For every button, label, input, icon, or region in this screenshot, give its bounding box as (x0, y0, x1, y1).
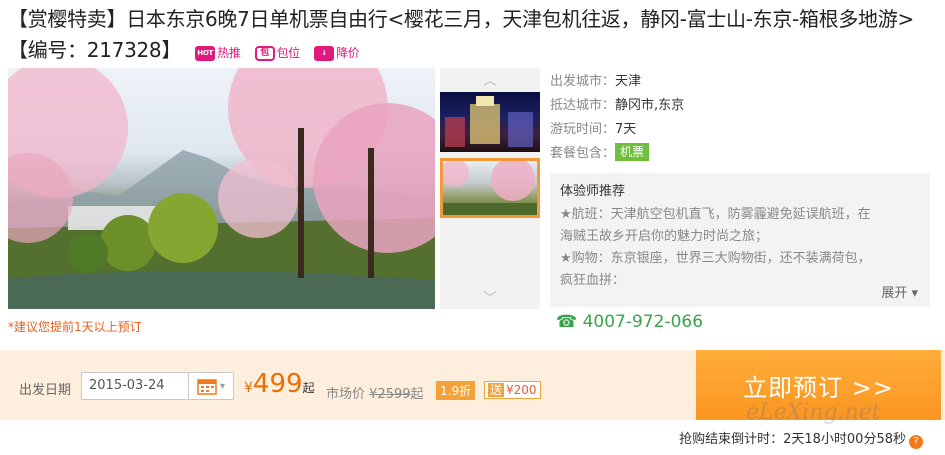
gift-prefix: 送 (488, 383, 505, 397)
badge-bag-label: 包位 (276, 46, 301, 60)
info-label: 游玩时间： (550, 122, 616, 137)
badge-hot: HOT 热推 (195, 45, 241, 61)
gift-badge: 送 ¥200 (484, 381, 541, 399)
thumbnail-strip: ︿ ﹀ (440, 68, 540, 309)
current-price: ¥499起 (244, 369, 315, 399)
cherry-blossom-thumb-icon (443, 161, 537, 215)
city-night-icon (445, 96, 533, 147)
recommend-line: ★航班：天津航空包机直飞，防雾霾避免延误航班，在 (560, 207, 871, 222)
calendar-icon (197, 379, 217, 395)
info-value: 天津 (615, 74, 642, 89)
booking-hint: *建议您提前1天以上预订 (8, 320, 142, 334)
market-label: 市场价 (326, 387, 366, 402)
hot-icon: HOT (195, 45, 216, 61)
countdown-text: 抢购结束倒计时：2天18小时00分58秒 (679, 432, 906, 447)
product-title-text: 【赏樱特卖】日本东京6晚7日单机票自由行<樱花三月，天津包机往返，静冈-富士山-… (8, 7, 914, 62)
info-duration: 游玩时间：7天 (550, 118, 940, 142)
chevron-up-icon[interactable]: ︿ (440, 70, 540, 90)
price-down-icon: ↓ (314, 45, 335, 61)
info-depart-city: 出发城市：天津 (550, 70, 940, 94)
bag-icon: 包 (254, 45, 275, 61)
expert-recommend: 体验师推荐 ★航班：天津航空包机直飞，防雾霾避免延误航班，在 海贼王故乡开启你的… (550, 173, 930, 307)
discount-badge: 1.9折 (436, 381, 476, 400)
info-label: 出发城市： (550, 74, 616, 89)
info-value: 7天 (615, 122, 637, 137)
expand-link[interactable]: 展开 ▾ (881, 283, 918, 305)
badge-bag: 包 包位 (254, 45, 301, 61)
cherry-blossom-photo (8, 68, 435, 309)
product-title: 【赏樱特卖】日本东京6晚7日单机票自由行<樱花三月，天津包机往返，静冈-富士山-… (8, 4, 938, 66)
currency-symbol: ¥ (244, 380, 253, 396)
sale-countdown: 抢购结束倒计时：2天18小时00分58秒? (679, 428, 923, 449)
chevron-down-icon: ▾ (219, 380, 226, 392)
product-info: 出发城市：天津 抵达城市：静冈市,东京 游玩时间：7天 套餐包含： 机票 (550, 70, 940, 166)
market-price: 市场价 ¥2599起 (326, 383, 424, 402)
price-value: 499 (252, 369, 303, 399)
market-price-value: ¥2599 (369, 387, 411, 402)
info-label: 套餐包含： (550, 146, 616, 161)
service-phone: ☎ 4007-972-066 (556, 312, 703, 332)
info-package: 套餐包含： 机票 (550, 142, 940, 166)
info-label: 抵达城市： (550, 98, 616, 113)
help-icon[interactable]: ? (909, 434, 923, 449)
date-label: 出发日期 (19, 383, 72, 398)
phone-icon: ☎ (556, 312, 578, 332)
expand-label: 展开 (881, 286, 908, 301)
market-suffix: 起 (410, 387, 424, 402)
recommend-line: 疯狂血拼： (560, 273, 626, 288)
departure-date-input[interactable]: 2015-03-24 (81, 372, 189, 400)
watermark-logo: eLeXing.net (746, 400, 881, 425)
calendar-button[interactable]: ▾ (188, 372, 234, 400)
badge-hot-label: 热推 (217, 46, 241, 60)
info-arrive-city: 抵达城市：静冈市,东京 (550, 94, 940, 118)
recommend-line: ★购物：东京银座，世界三大购物街，还不装满荷包， (560, 251, 871, 266)
info-value: 静冈市,东京 (615, 98, 685, 113)
thumbnail-1[interactable] (440, 92, 540, 152)
caret-down-icon: ▾ (911, 286, 918, 301)
recommend-line: 海贼王故乡开启你的魅力时尚之旅； (560, 229, 769, 244)
main-photo (8, 68, 435, 309)
phone-number: 4007-972-066 (582, 312, 704, 332)
thumbnail-2-selected[interactable] (440, 158, 540, 218)
badge-price-down-label: 降价 (336, 46, 360, 60)
recommend-title: 体验师推荐 (560, 184, 626, 199)
package-tag: 机票 (615, 143, 650, 161)
chevron-down-icon[interactable]: ﹀ (440, 288, 540, 308)
gift-value: ¥200 (506, 383, 537, 397)
badge-price-down: ↓ 降价 (314, 45, 360, 61)
price-suffix: 起 (302, 381, 315, 395)
